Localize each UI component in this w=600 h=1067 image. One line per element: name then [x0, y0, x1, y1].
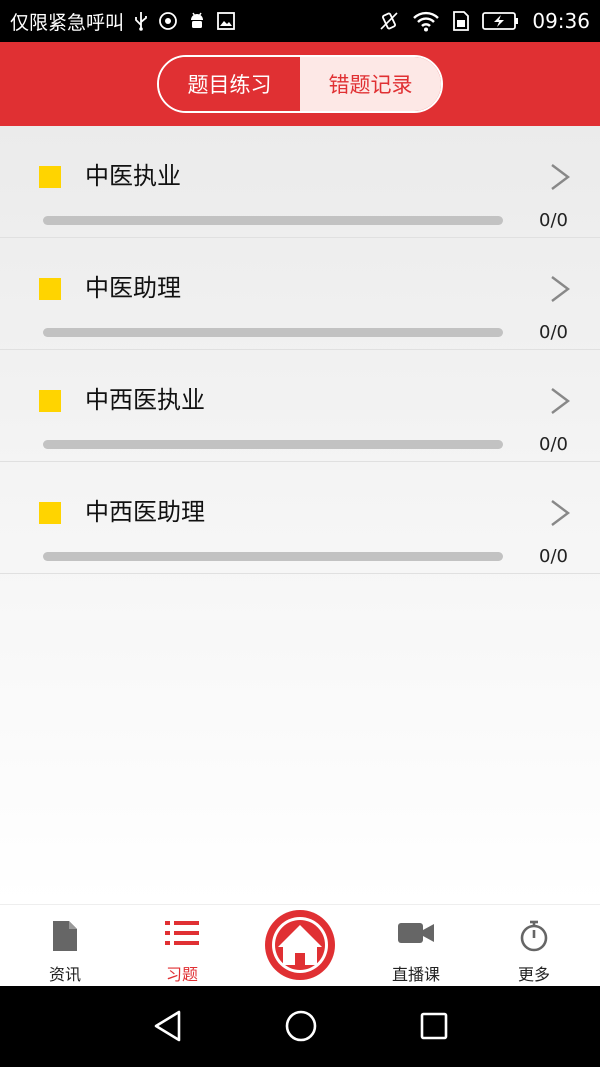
chevron-right-icon — [551, 388, 570, 414]
home-circle-icon[interactable] — [284, 1008, 318, 1044]
item-title: 中西医助理 — [85, 498, 205, 526]
tab-practice[interactable]: 题目练习 — [159, 57, 300, 111]
system-nav-bar — [0, 986, 600, 1067]
segmented-control: 题目练习 错题记录 — [157, 55, 443, 113]
tab-news-label: 资讯 — [48, 965, 81, 984]
wifi-icon — [413, 11, 440, 32]
carrier-text: 仅限紧急呼叫 — [10, 11, 125, 34]
yellow-square-icon — [39, 278, 61, 300]
list-item[interactable]: 中西医助理 0/0 — [0, 462, 600, 574]
progress-text: 0/0 — [539, 546, 568, 567]
bottom-tab-bar: 资讯 习题 直播课 更多 — [0, 904, 600, 986]
image-icon — [217, 12, 235, 30]
progress-bar — [43, 440, 503, 449]
chevron-right-icon — [551, 276, 570, 302]
tab-practice-label: 题目练习 — [187, 73, 272, 97]
progress-bar — [43, 552, 503, 561]
status-right: 09:36 — [378, 9, 590, 33]
usb-icon — [135, 12, 147, 31]
sim-card-icon — [453, 11, 470, 31]
progress-bar — [43, 216, 503, 225]
tab-exercises[interactable]: 习题 — [127, 905, 237, 987]
progress-bar — [43, 328, 503, 337]
home-button[interactable] — [264, 909, 336, 981]
tab-more[interactable]: 更多 — [479, 905, 589, 987]
progress-text: 0/0 — [539, 322, 568, 343]
back-icon[interactable] — [152, 1008, 184, 1044]
tab-more-label: 更多 — [517, 965, 550, 984]
list-item[interactable]: 中医助理 0/0 — [0, 238, 600, 350]
app-root: 仅限紧急呼叫 09:36 题目练习 错题记录 中医执业 0/0 中医助理 0/0… — [0, 0, 600, 1067]
list-item[interactable]: 中西医执业 0/0 — [0, 350, 600, 462]
yellow-square-icon — [39, 166, 61, 188]
item-title: 中医执业 — [85, 162, 181, 190]
tab-live-course-label: 直播课 — [391, 965, 440, 984]
item-title: 中医助理 — [85, 274, 181, 302]
list-item[interactable]: 中医执业 0/0 — [0, 126, 600, 238]
yellow-square-icon — [39, 502, 61, 524]
list-icon — [165, 921, 199, 945]
header-bar: 题目练习 错题记录 — [0, 42, 600, 126]
chevron-right-icon — [551, 164, 570, 190]
battery-charging-icon — [482, 12, 519, 30]
status-left: 仅限紧急呼叫 — [10, 8, 236, 35]
hotspot-icon — [159, 12, 177, 30]
document-icon — [53, 921, 77, 951]
tab-mistake-records[interactable]: 错题记录 — [300, 57, 441, 111]
item-title: 中西医执业 — [85, 386, 205, 414]
video-camera-icon — [398, 923, 434, 943]
status-time: 09:36 — [532, 9, 590, 33]
stopwatch-icon — [520, 920, 548, 952]
tab-exercises-label: 习题 — [165, 965, 198, 984]
recent-apps-icon[interactable] — [418, 1008, 450, 1044]
progress-text: 0/0 — [539, 210, 568, 231]
yellow-square-icon — [39, 390, 61, 412]
tab-live-course[interactable]: 直播课 — [361, 905, 471, 987]
chevron-right-icon — [551, 500, 570, 526]
tab-news[interactable]: 资讯 — [10, 905, 120, 987]
home-icon — [265, 910, 335, 980]
android-debug-icon — [191, 12, 204, 28]
tab-mistake-records-label: 错题记录 — [328, 73, 413, 97]
vibrate-icon — [380, 12, 398, 30]
status-bar: 仅限紧急呼叫 09:36 — [0, 0, 600, 42]
progress-text: 0/0 — [539, 434, 568, 455]
category-list: 中医执业 0/0 中医助理 0/0 中西医执业 0/0 中西医助理 0/0 — [0, 126, 600, 904]
